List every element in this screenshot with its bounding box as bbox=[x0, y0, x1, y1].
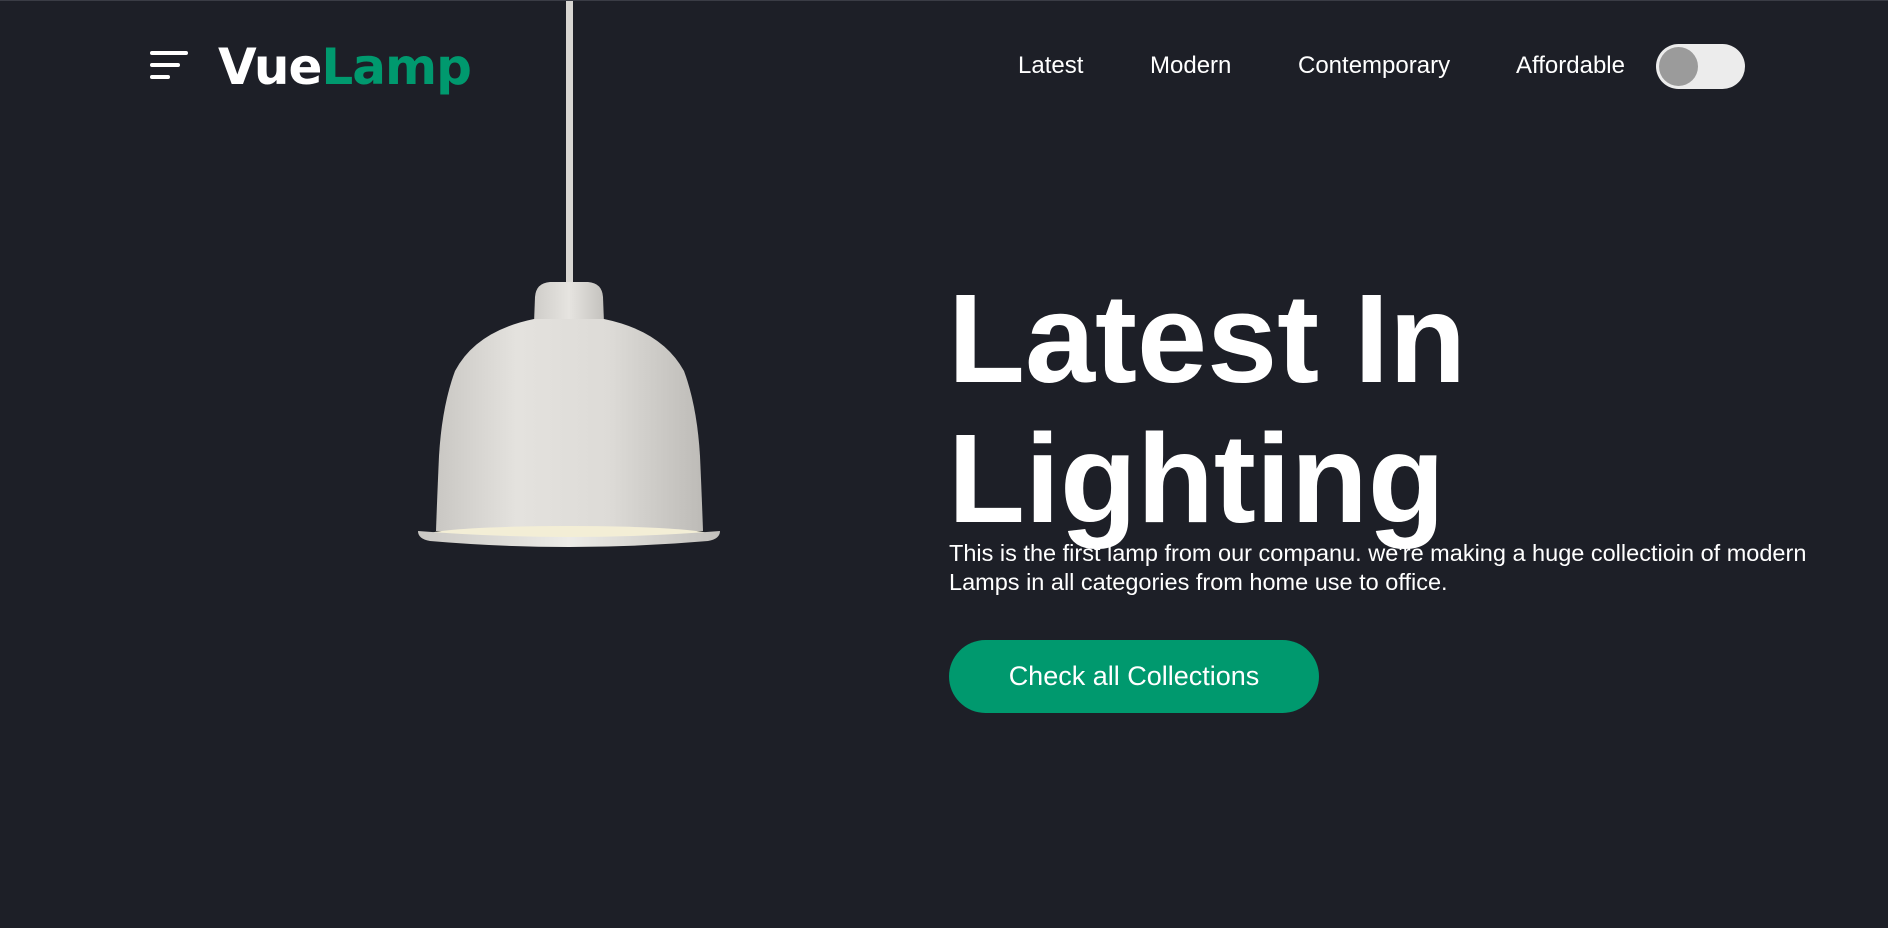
nav-link-latest[interactable]: Latest bbox=[1018, 49, 1083, 83]
hero-title-line-1: Latest In bbox=[948, 268, 1467, 409]
page: VueLamp Latest Modern Contemporary Affor… bbox=[0, 0, 1888, 928]
nav-link-contemporary[interactable]: Contemporary bbox=[1298, 49, 1450, 83]
check-all-collections-button[interactable]: Check all Collections bbox=[949, 640, 1319, 713]
hero-description: This is the first lamp from our companu.… bbox=[949, 540, 1807, 595]
nav-link-modern[interactable]: Modern bbox=[1150, 49, 1231, 83]
hero-title-line-2: Lighting bbox=[948, 408, 1445, 549]
hamburger-menu-icon[interactable] bbox=[150, 49, 192, 85]
hero-title: Latest In Lighting bbox=[948, 269, 1848, 549]
nav-link-affordable[interactable]: Affordable bbox=[1516, 49, 1625, 83]
site-header: VueLamp Latest Modern Contemporary Affor… bbox=[0, 1, 1888, 131]
logo-text-vue: Vue bbox=[218, 38, 322, 96]
pendant-lamp-image bbox=[418, 1, 720, 547]
theme-toggle-switch[interactable] bbox=[1656, 44, 1745, 89]
toggle-knob bbox=[1659, 47, 1698, 86]
